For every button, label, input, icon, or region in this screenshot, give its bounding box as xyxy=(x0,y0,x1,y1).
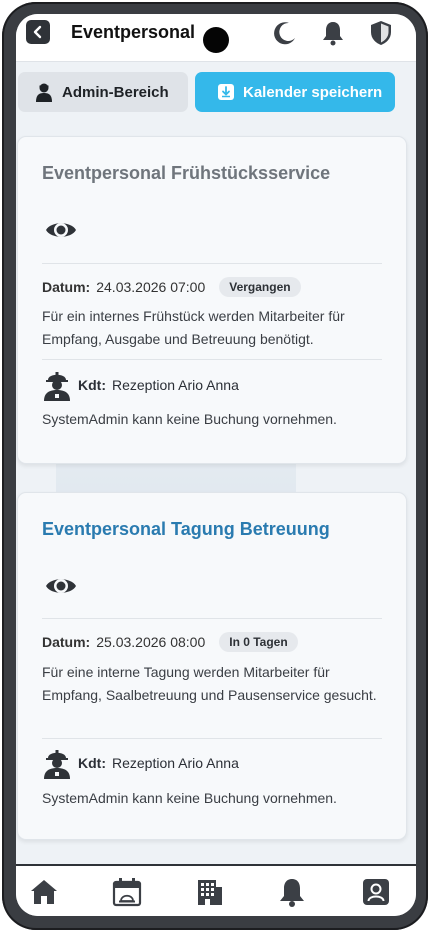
kdt-value: Rezeption Ario Anna xyxy=(112,377,239,393)
event-date-row: Datum: 24.03.2026 07:00 Vergangen xyxy=(42,277,301,297)
main-content: Admin-Bereich Kalender speichern Eventpe… xyxy=(16,62,416,864)
hotel-icon xyxy=(198,880,222,905)
divider xyxy=(42,359,382,360)
notifications-button[interactable] xyxy=(319,19,347,47)
worker-icon xyxy=(44,750,70,779)
status-badge: In 0 Tagen xyxy=(219,632,298,652)
bell-icon xyxy=(323,22,343,46)
home-icon xyxy=(31,880,57,904)
status-badge: Vergangen xyxy=(219,277,301,297)
shield-icon xyxy=(371,21,391,45)
kdt-label: Kdt: xyxy=(78,377,106,393)
save-calendar-button[interactable]: Kalender speichern xyxy=(195,72,395,112)
eye-icon[interactable] xyxy=(44,213,78,247)
download-icon xyxy=(218,84,234,100)
event-card[interactable]: Eventpersonal Tagung Betreuung Datum: 25… xyxy=(17,492,407,840)
calendar-icon xyxy=(112,878,142,907)
save-calendar-label: Kalender speichern xyxy=(243,83,383,101)
bell-icon xyxy=(280,879,304,907)
event-title[interactable]: Eventpersonal Frühstücksservice xyxy=(42,163,330,184)
booking-note: SystemAdmin kann keine Buchung vornehmen… xyxy=(42,790,337,806)
divider xyxy=(42,263,382,264)
divider xyxy=(42,618,382,619)
bottom-nav xyxy=(16,864,416,916)
date-label: Datum: xyxy=(42,279,91,295)
kdt-label: Kdt: xyxy=(78,755,106,771)
divider xyxy=(42,738,382,739)
nav-notifications[interactable] xyxy=(276,876,308,908)
event-title[interactable]: Eventpersonal Tagung Betreuung xyxy=(42,519,330,540)
eye-icon[interactable] xyxy=(44,569,78,603)
admin-user-icon xyxy=(36,83,52,102)
page-title: Eventpersonal xyxy=(71,22,196,42)
event-description: Für eine interne Tagung werden Mitarbeit… xyxy=(42,664,377,703)
event-date-row: Datum: 25.03.2026 08:00 In 0 Tagen xyxy=(42,632,298,652)
nav-home[interactable] xyxy=(28,876,60,908)
user-icon xyxy=(363,879,389,905)
kdt-row: Kdt: Rezeption Ario Anna xyxy=(42,369,239,401)
kdt-row: Kdt: Rezeption Ario Anna xyxy=(42,747,239,779)
admin-area-label: Admin-Bereich xyxy=(62,83,169,101)
nav-profile[interactable] xyxy=(360,876,392,908)
back-button[interactable] xyxy=(26,20,50,44)
date-value: 25.03.2026 08:00 xyxy=(96,634,206,650)
security-button[interactable] xyxy=(367,19,395,47)
admin-area-button[interactable]: Admin-Bereich xyxy=(18,72,188,112)
app-screen: Eventpersonal Admin-Bereich Kalender spe… xyxy=(16,14,416,916)
dark-mode-button[interactable] xyxy=(271,19,299,47)
event-description: Für ein internes Frühstück werden Mitarb… xyxy=(42,308,345,347)
date-value: 24.03.2026 07:00 xyxy=(96,279,206,295)
booking-note: SystemAdmin kann keine Buchung vornehmen… xyxy=(42,411,337,427)
kdt-value: Rezeption Ario Anna xyxy=(112,755,239,771)
camera-notch xyxy=(203,27,229,53)
back-icon xyxy=(33,25,42,39)
nav-calendar[interactable] xyxy=(111,876,143,908)
event-card[interactable]: Eventpersonal Frühstücksservice Datum: 2… xyxy=(17,136,407,464)
moon-icon xyxy=(274,22,295,45)
action-buttons: Admin-Bereich Kalender speichern xyxy=(18,72,398,112)
device-frame: Eventpersonal Admin-Bereich Kalender spe… xyxy=(2,2,428,930)
date-label: Datum: xyxy=(42,634,91,650)
nav-hotel[interactable] xyxy=(193,876,225,908)
worker-icon xyxy=(44,372,70,401)
